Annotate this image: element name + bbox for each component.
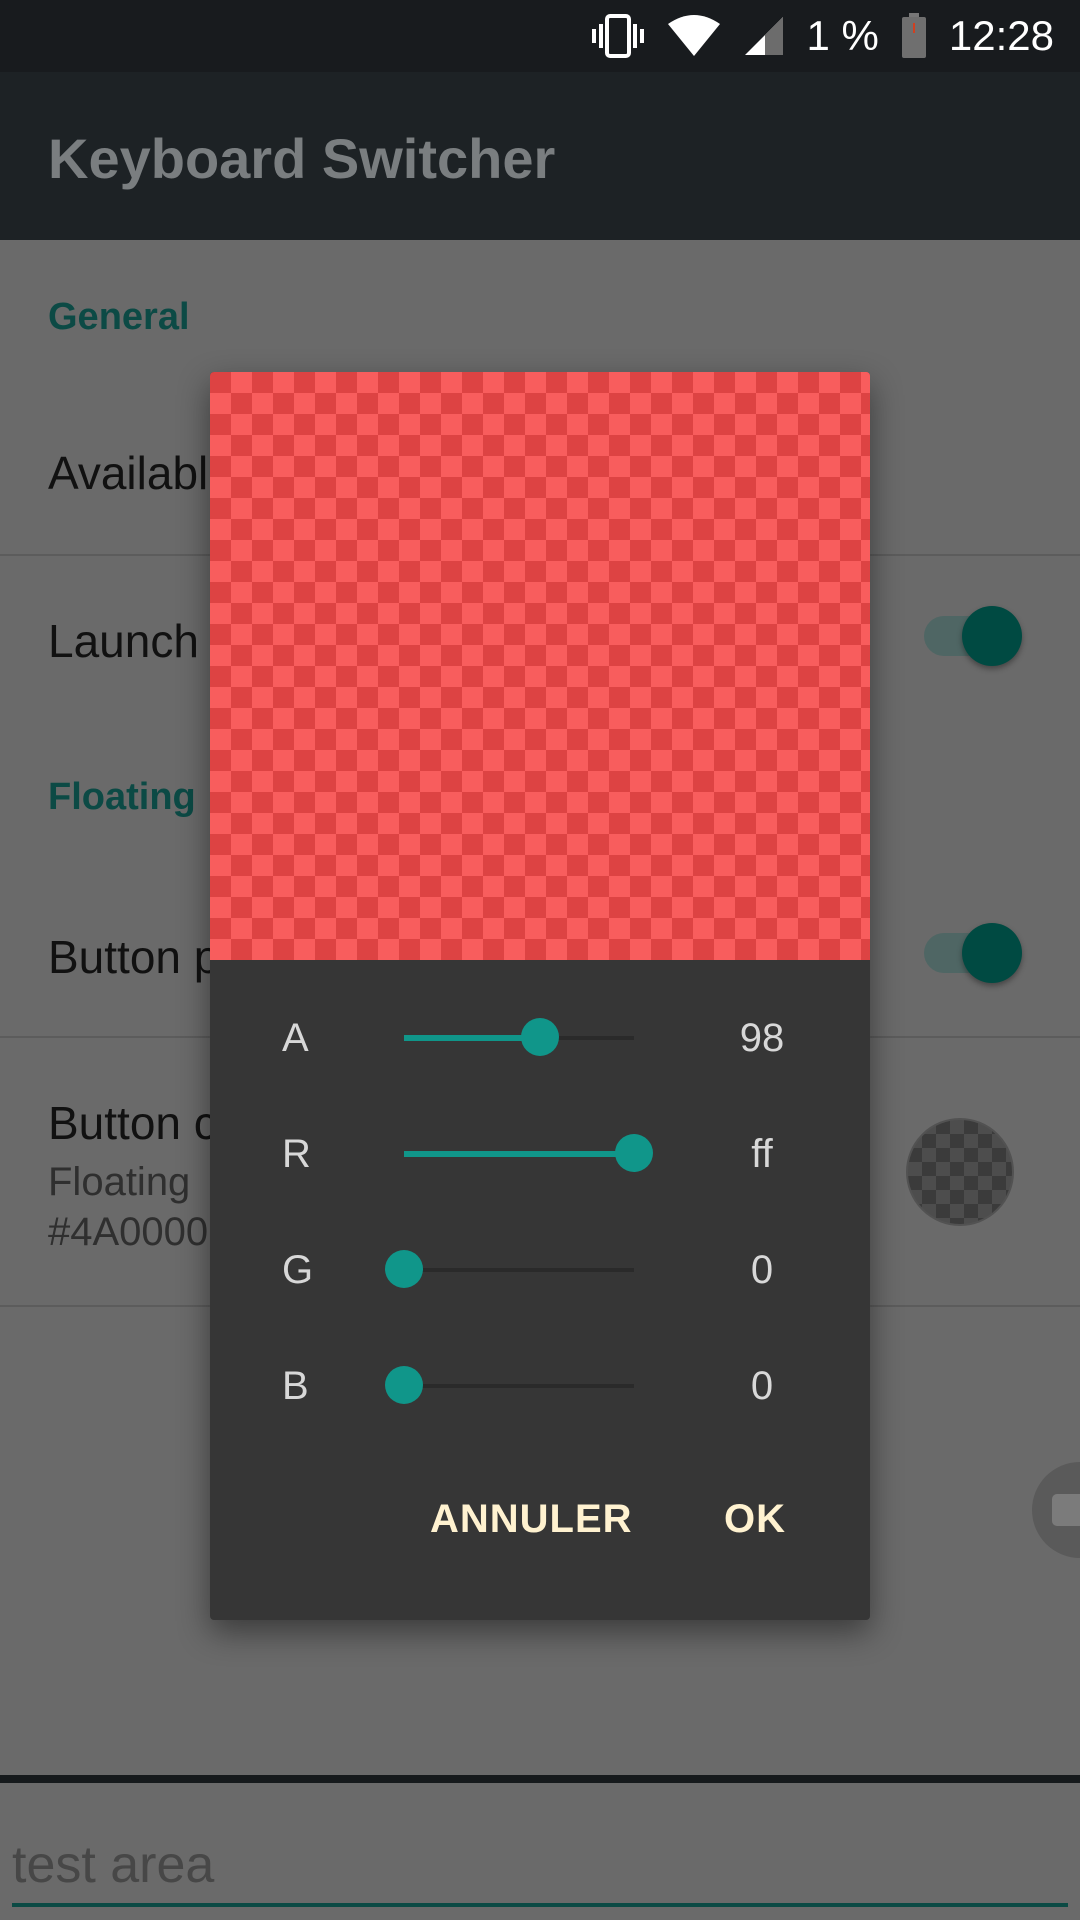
channel-label: R — [282, 1132, 311, 1176]
screen: 1 % 12:28 Keyboard Switcher General Avai… — [0, 0, 1080, 1920]
channel-label: G — [282, 1248, 314, 1292]
channel-row-red: R ff — [210, 1114, 870, 1194]
color-preview — [210, 372, 870, 960]
channel-value: 0 — [750, 1364, 774, 1408]
channel-row-green: G 0 — [210, 1230, 870, 1310]
ok-button[interactable]: OK — [724, 1497, 786, 1542]
blue-slider[interactable] — [385, 1346, 644, 1426]
channel-row-alpha: A 98 — [210, 998, 870, 1078]
section-header-floating: Floating — [48, 776, 196, 818]
launch-switch[interactable] — [924, 606, 1024, 666]
status-bar: 1 % 12:28 — [0, 0, 1080, 72]
button-position-switch[interactable] — [924, 923, 1024, 983]
pref-button-position-title[interactable]: Button p — [48, 930, 219, 984]
channel-value: 0 — [750, 1248, 774, 1292]
channel-label: A — [282, 1016, 309, 1060]
battery-icon — [901, 13, 927, 59]
slider-thumb[interactable] — [385, 1250, 423, 1288]
switch-thumb — [962, 606, 1022, 666]
test-area — [0, 1775, 1080, 1920]
button-color-swatch[interactable] — [906, 1118, 1014, 1226]
channel-value: ff — [751, 1132, 773, 1176]
clock: 12:28 — [948, 12, 1054, 59]
app-title: Keyboard Switcher — [48, 127, 556, 190]
channel-label: B — [282, 1364, 309, 1408]
battery-percent: 1 % — [806, 12, 879, 59]
keyboard-icon — [1052, 1494, 1080, 1526]
cancel-button[interactable]: ANNULER — [430, 1497, 633, 1542]
vibrate-icon — [591, 13, 645, 59]
app-bar: Keyboard Switcher — [0, 72, 1080, 240]
slider-fill — [404, 1151, 634, 1157]
test-area-input[interactable] — [12, 1827, 1068, 1907]
pref-available-title[interactable]: Availabl — [48, 446, 208, 500]
pref-button-color-summary: Floating — [48, 1160, 191, 1204]
pref-button-color-hex: #4A0000 — [48, 1210, 209, 1254]
pref-button-color-title[interactable]: Button c — [48, 1096, 217, 1150]
signal-icon — [743, 15, 785, 57]
slider-rail — [404, 1268, 634, 1272]
switch-thumb — [962, 923, 1022, 983]
slider-thumb[interactable] — [615, 1134, 653, 1172]
slider-thumb[interactable] — [521, 1018, 559, 1056]
slider-rail — [404, 1384, 634, 1388]
red-slider[interactable] — [404, 1114, 653, 1194]
wifi-icon — [667, 14, 721, 58]
channel-row-blue: B 0 — [210, 1346, 870, 1426]
pref-launch-title[interactable]: Launch — [48, 614, 199, 668]
channel-value: 98 — [739, 1016, 785, 1060]
slider-thumb[interactable] — [385, 1366, 423, 1404]
color-picker-dialog: A 98 R ff G 0 B 0 ANNULER OK — [210, 372, 870, 1620]
alpha-slider[interactable] — [404, 998, 644, 1078]
slider-fill — [404, 1035, 540, 1041]
section-header-general: General — [48, 296, 190, 338]
green-slider[interactable] — [385, 1230, 644, 1310]
